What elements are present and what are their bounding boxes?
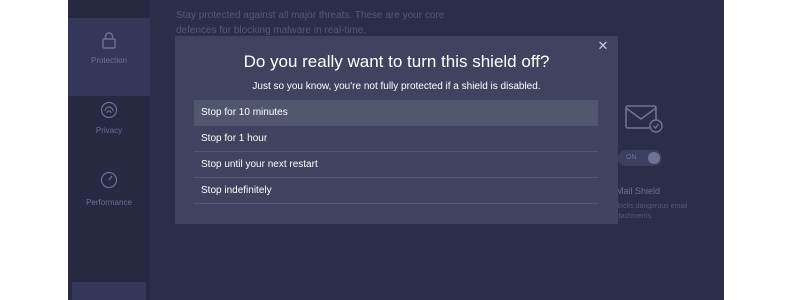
toggle-knob [648,152,660,164]
toggle-label: ON [626,154,637,161]
sidebar-footer [72,282,146,300]
turn-off-shield-dialog: ✕ Do you really want to turn this shield… [175,36,618,224]
sidebar-item-protection[interactable]: Protection [68,18,150,96]
sidebar-item-label: Protection [90,56,128,65]
sidebar-item-label: Privacy [95,126,123,135]
section-description: Stay protected against all major threats… [176,10,445,36]
option-stop-1-hour[interactable]: Stop for 1 hour [194,126,598,152]
fingerprint-icon [100,101,118,119]
option-stop-10-minutes[interactable]: Stop for 10 minutes [194,100,598,126]
mail-icon [625,105,663,133]
sidebar-item-privacy[interactable]: Privacy [68,96,150,174]
stop-options-list: Stop for 10 minutes Stop for 1 hour Stop… [194,100,598,204]
sidebar-item-label: Performance [86,198,132,207]
dialog-subtitle: Just so you know, you're not fully prote… [252,81,541,92]
sidebar-item-performance[interactable]: Performance [68,166,150,244]
dialog-title: Do you really want to turn this shield o… [243,52,550,71]
mail-shield-toggle[interactable]: ON [618,150,662,166]
speedometer-icon [100,171,118,189]
option-stop-until-restart[interactable]: Stop until your next restart [194,152,598,178]
mail-shield-description: Blocks dangerous email attachments [613,203,688,220]
option-stop-indefinitely[interactable]: Stop indefinitely [194,178,598,204]
mail-shield-title: Mail Shield [616,186,661,196]
close-icon[interactable]: ✕ [596,39,610,53]
lock-icon [102,32,116,49]
sidebar-nav: Protection Privacy Performance [68,0,150,300]
